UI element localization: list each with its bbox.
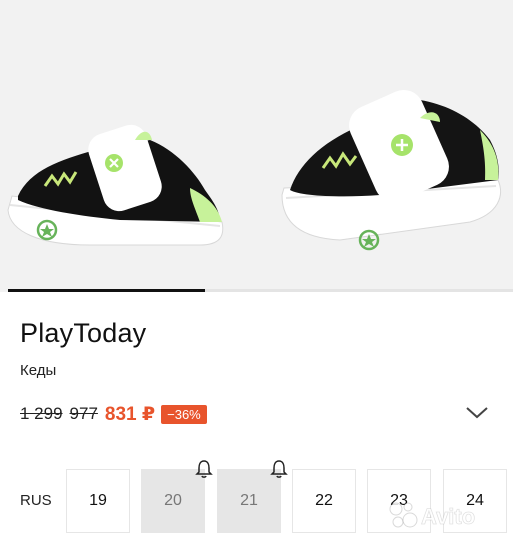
brand-title: PlayToday bbox=[20, 318, 147, 348]
price-row: 1 299 977 831 ₽ −36% bbox=[20, 403, 207, 425]
size-value: 22 bbox=[315, 492, 333, 509]
size-value: 21 bbox=[240, 492, 258, 509]
bell-icon[interactable] bbox=[270, 459, 288, 479]
discount-badge: −36% bbox=[161, 404, 207, 424]
size-system-label: RUS bbox=[20, 492, 52, 509]
right-shoe-image bbox=[281, 89, 502, 251]
price-previous: 977 bbox=[69, 404, 98, 423]
avito-logo-icon: Avito bbox=[389, 502, 476, 529]
left-shoe-image bbox=[7, 124, 224, 246]
watermark-text: Avito bbox=[421, 504, 475, 529]
price-current: 831 ₽ bbox=[104, 403, 156, 425]
expand-details-button[interactable] bbox=[462, 402, 492, 422]
size-value: 19 bbox=[89, 492, 107, 509]
gallery-progress-bar bbox=[8, 289, 513, 292]
product-photo bbox=[7, 89, 502, 251]
size-value: 20 bbox=[164, 492, 182, 509]
chevron-down-icon bbox=[466, 407, 488, 419]
avito-watermark: Avito bbox=[386, 497, 506, 533]
size-option-22[interactable]: 22 bbox=[292, 469, 356, 533]
gallery-progress-fill bbox=[8, 289, 205, 292]
size-option-19[interactable]: 19 bbox=[66, 469, 130, 533]
price-original: 1 299 bbox=[20, 404, 63, 423]
product-category: Кеды bbox=[20, 362, 57, 379]
bell-icon[interactable] bbox=[195, 459, 213, 479]
product-image-gallery[interactable] bbox=[0, 0, 513, 292]
